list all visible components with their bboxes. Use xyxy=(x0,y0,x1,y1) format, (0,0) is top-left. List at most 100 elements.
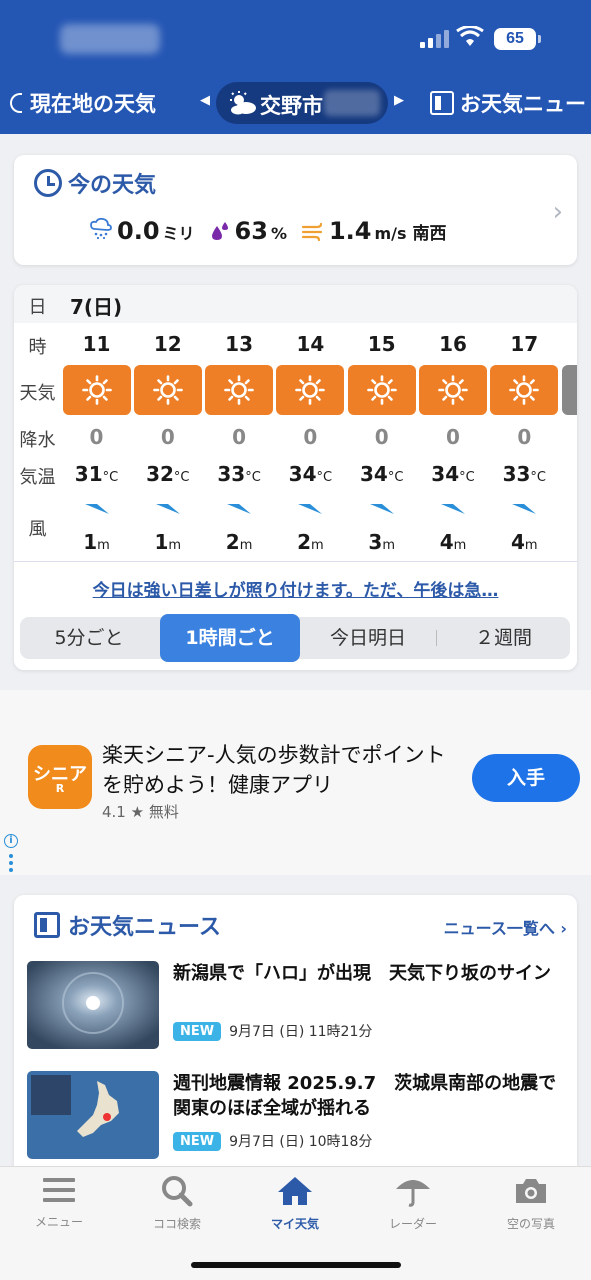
wind-value: 1.4 xyxy=(328,217,372,245)
wind-unit: m xyxy=(311,538,324,553)
segment-1hour[interactable]: 1時間ごと xyxy=(160,614,300,662)
current-weather-title: 今の天気 xyxy=(34,167,156,199)
nav-weather-news[interactable]: お天気ニュー xyxy=(430,88,586,118)
ad-banner[interactable]: シニア R 楽天シニア-人気の歩数計でポイントを貯めよう！健康アプリ 4.1 ★… xyxy=(0,690,591,875)
battery-icon: 65 xyxy=(494,28,541,50)
segment-2weeks[interactable]: ２週間 xyxy=(437,617,570,659)
sunny-icon xyxy=(490,365,559,415)
home-icon xyxy=(278,1177,312,1205)
hour-label: 12 xyxy=(153,332,182,356)
nav-weather-news-label: お天気ニュー xyxy=(460,92,586,116)
tab-search[interactable]: ココ検索 xyxy=(118,1175,236,1232)
location-nav: 現在地の天気 ◀ 交野市 ▶ お天気ニュー xyxy=(0,80,591,128)
news-thumbnail xyxy=(27,961,159,1049)
rain-value: 0 xyxy=(374,425,389,449)
temp-unit: °C xyxy=(245,470,261,485)
precip-value: 0.0 xyxy=(117,217,160,245)
news-heading: お天気ニュース xyxy=(34,909,221,941)
ad-get-button[interactable]: 入手 xyxy=(472,754,580,802)
wind-speed: 4m xyxy=(419,530,488,554)
wifi-icon xyxy=(456,26,484,46)
row-label-day: 日 xyxy=(28,297,47,318)
forecast-comment-row: 今日は強い日差しが照り付けます。ただ、午後は急… 5分ごと 1時間ごと 今日明日… xyxy=(14,561,577,670)
ad-more-icon[interactable] xyxy=(9,854,13,872)
menu-icon xyxy=(43,1178,75,1202)
wind-direction-icon xyxy=(133,500,202,520)
next-hour-icon xyxy=(561,365,577,415)
cellular-signal-icon xyxy=(420,30,449,48)
sunny-icon xyxy=(205,365,274,415)
moon-icon xyxy=(10,93,22,113)
hour-label: 15 xyxy=(367,332,396,356)
tab-my-weather[interactable]: マイ天気 xyxy=(236,1175,354,1232)
ad-info-icon[interactable]: i xyxy=(4,834,18,848)
row-label-wind: 風 xyxy=(28,519,47,540)
nav-selected-city[interactable]: 交野市 xyxy=(216,82,388,124)
wind-number: 1 xyxy=(154,530,169,554)
temp-number: 33 xyxy=(502,462,531,486)
hour-label: 13 xyxy=(225,332,254,356)
rain-value: 0 xyxy=(303,425,318,449)
tab-radar[interactable]: レーダー xyxy=(354,1175,472,1232)
nav-current-location[interactable]: 現在地の天気 xyxy=(10,88,156,118)
wind-unit: m xyxy=(453,538,467,553)
temp-number: 31 xyxy=(74,462,103,486)
news-more-label: ニュース一覧へ xyxy=(443,919,555,938)
tab-my-weather-label: マイ天気 xyxy=(270,1217,319,1231)
wind-direction-icon xyxy=(205,500,274,520)
temp-value: 31°C xyxy=(62,462,131,486)
sunny-icon xyxy=(347,365,416,415)
sunny-icon xyxy=(62,365,131,415)
segment-today-tomorrow[interactable]: 今日明日 xyxy=(300,617,436,659)
new-badge: NEW xyxy=(173,1131,222,1151)
wind-icon xyxy=(301,222,323,241)
precip-unit: ミリ xyxy=(162,224,195,243)
home-indicator xyxy=(191,1262,401,1268)
wind-unit: m xyxy=(524,538,538,553)
news-meta: NEW 9月7日 (日) 11時21分 xyxy=(173,1021,372,1041)
temp-number: 34 xyxy=(288,462,317,486)
news-date: 9月7日 (日) 11時21分 xyxy=(229,1024,373,1040)
temp-unit: °C xyxy=(102,470,119,485)
ad-app-icon: シニア R xyxy=(28,745,92,809)
wind-unit: m xyxy=(239,538,253,553)
temp-number: 34 xyxy=(359,462,388,486)
rain-value: 0 xyxy=(160,425,175,449)
rain-value: 0 xyxy=(89,425,104,449)
city-suffix-blurred xyxy=(324,90,380,116)
ad-title: 楽天シニア-人気の歩数計でポイントを貯めよう！健康アプリ xyxy=(102,743,446,797)
temp-value: 34°C xyxy=(276,462,345,486)
current-weather-card[interactable]: 今の天気 0.0 ミリ 63 % 1.4 m/s 南西 › xyxy=(14,155,577,265)
news-more-link[interactable]: ニュース一覧へ › xyxy=(444,915,567,939)
nav-prev-icon[interactable]: ◀ xyxy=(200,93,210,108)
temp-unit: °C xyxy=(316,470,333,485)
rain-value: 0 xyxy=(517,425,532,449)
temp-unit: °C xyxy=(459,470,475,485)
temp-unit: °C xyxy=(530,470,546,485)
wind-number: 1 xyxy=(83,530,98,554)
humidity-value: 63 xyxy=(234,217,268,245)
segment-5min[interactable]: 5分ごと xyxy=(20,617,158,659)
news-icon xyxy=(34,912,60,938)
row-label-rain: 降水 xyxy=(19,430,56,451)
wind-number: 4 xyxy=(511,530,525,554)
row-label-weather: 天気 xyxy=(19,383,56,404)
nav-next-icon[interactable]: ▶ xyxy=(394,93,404,108)
forecast-comment-link[interactable]: 今日は強い日差しが照り付けます。ただ、午後は急… xyxy=(14,576,577,601)
city-name: 交野市 xyxy=(260,94,323,118)
interval-segmented-control: 5分ごと 1時間ごと 今日明日 ２週間 xyxy=(20,614,570,662)
clock-icon xyxy=(34,169,62,197)
tab-sky-photos[interactable]: 空の写真 xyxy=(472,1175,590,1232)
news-title: 新潟県で「ハロ」が出現 天気下り坂のサイン xyxy=(173,963,551,984)
hour-label: 14 xyxy=(296,332,325,356)
news-thumbnail xyxy=(27,1071,159,1159)
top-header: 65 現在地の天気 ◀ 交野市 ▶ お天気ニュー xyxy=(0,0,591,134)
temp-value: 34°C xyxy=(347,462,416,486)
wind-direction-icon xyxy=(62,500,131,520)
tab-menu[interactable]: メニュー xyxy=(0,1175,118,1230)
temp-value: 33°C xyxy=(205,462,274,486)
day-label: 7(日) xyxy=(70,295,123,319)
wind-speed: 1m xyxy=(133,530,202,554)
sunny-icon xyxy=(419,365,487,415)
news-date: 9月7日 (日) 10時18分 xyxy=(229,1134,373,1150)
